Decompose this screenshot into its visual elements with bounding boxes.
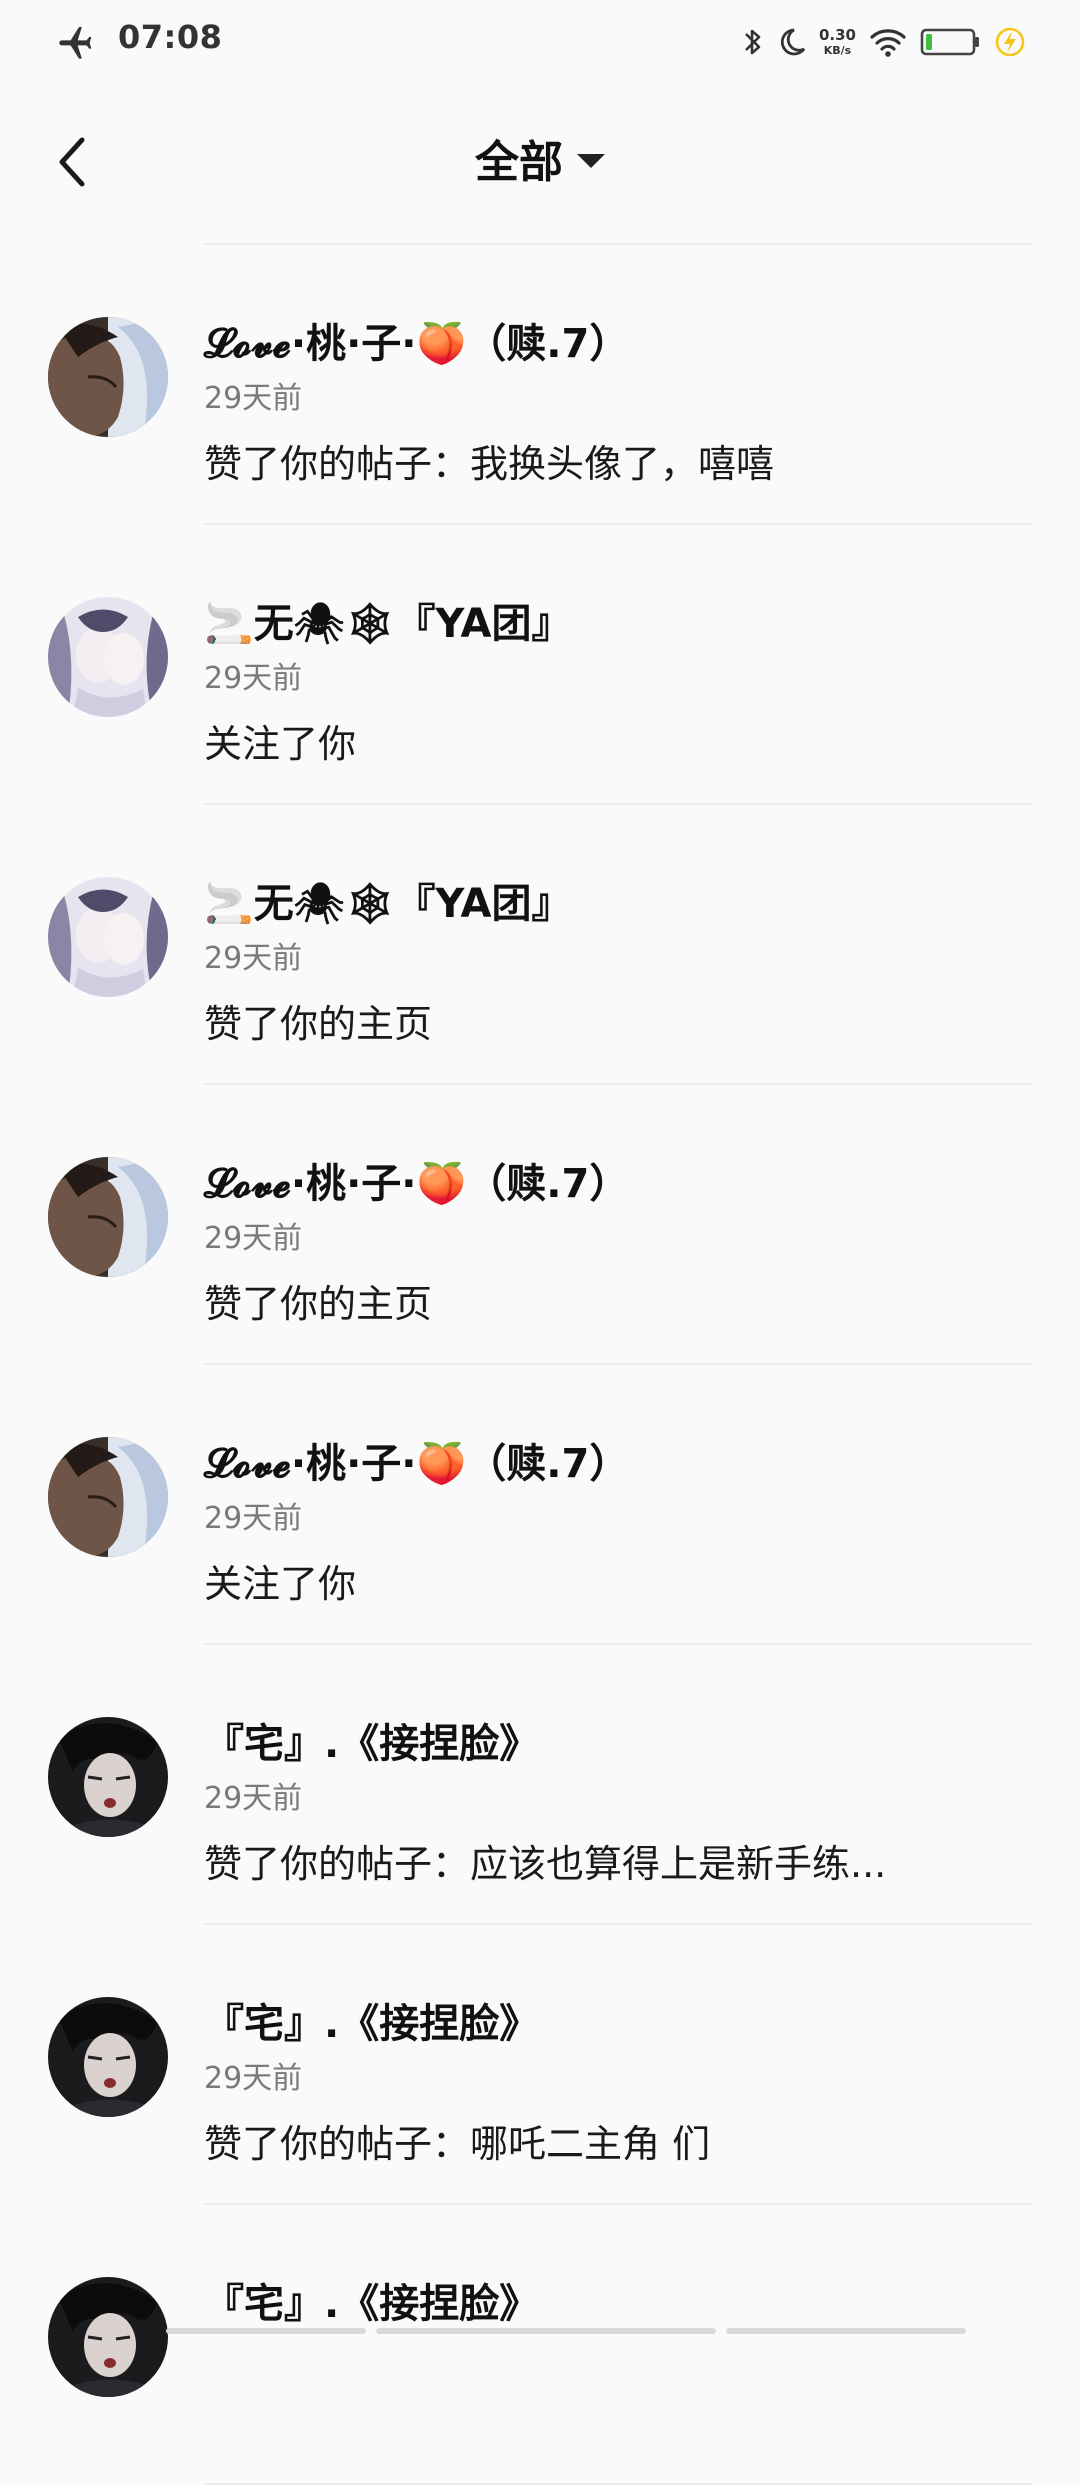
bluetooth-icon	[745, 29, 761, 55]
net-speed-value: 0.30	[818, 26, 856, 44]
notification-time: 29天前	[204, 2061, 303, 2096]
user-name[interactable]: 『宅』.《接捏脸》	[204, 1711, 539, 1769]
notification-time: 29天前	[204, 1501, 303, 1536]
notification-action-text: 关注了你	[204, 1562, 357, 1606]
user-name[interactable]: 𝓛𝓸𝓿𝓮·桃·子·🍑（赎.7）	[204, 311, 629, 369]
notification-time: 29天前	[204, 1221, 303, 1256]
net-speed-unit: KB/s	[823, 44, 852, 57]
battery-icon	[920, 28, 979, 56]
filter-dropdown[interactable]: 全部	[0, 126, 1080, 190]
notification-action-text: 关注了你	[204, 722, 357, 766]
notification-action-text: 赞了你的帖子：我换头像了，嘻嘻	[204, 442, 775, 486]
notification-item[interactable]: 𝓛𝓸𝓿𝓮·桃·子·🍑（赎.7） 29天前赞了你的帖子：我换头像了，嘻嘻	[0, 245, 1080, 525]
bottom-nav-hint	[166, 2328, 966, 2334]
notification-action-text: 赞了你的帖子：哪吒二主角 们	[204, 2122, 711, 2166]
user-name[interactable]: 🚬无🕷🕸『YA团』	[204, 871, 571, 929]
user-name[interactable]: 𝓛𝓸𝓿𝓮·桃·子·🍑（赎.7）	[204, 1151, 629, 1209]
user-name[interactable]: 🚬无🕷🕸『YA团』	[204, 591, 571, 649]
net-speed: 0.30 KB/s	[818, 26, 856, 57]
status-time: 07:08	[118, 18, 223, 56]
notification-list: 𝓛𝓸𝓿𝓮·桃·子·🍑（赎.7） 29天前 赞了你的帖子：我换头像了，嘻嘻 🚬无🕷🕸『Y…	[0, 245, 1080, 2485]
avatar[interactable]	[48, 1997, 168, 2117]
notification-action-text: 赞了你的帖子：应该也算得上是新手练...	[204, 1842, 887, 1886]
charging-icon	[995, 27, 1025, 57]
notification-time: 29天前	[204, 1781, 303, 1816]
notification-item[interactable]: 𝓛𝓸𝓿𝓮·桃·子·🍑（赎.7） 29天前赞了你的主页	[0, 1085, 1080, 1365]
notification-item[interactable]: 『宅』.《接捏脸》	[0, 2205, 1080, 2485]
avatar[interactable]	[48, 2277, 168, 2397]
user-name[interactable]: 𝓛𝓸𝓿𝓮·桃·子·🍑（赎.7）	[204, 1431, 629, 1489]
notification-item[interactable]: 🚬无🕷🕸『YA团』 29天前赞了你的主页	[0, 805, 1080, 1085]
notification-action-text: 赞了你的主页	[204, 1002, 433, 1046]
notification-item[interactable]: 『宅』.《接捏脸》 29天前赞了你的帖子：应该也算得上是新手练...	[0, 1645, 1080, 1925]
avatar[interactable]	[48, 1717, 168, 1837]
page-title: 全部	[475, 137, 563, 188]
notification-time: 29天前	[204, 661, 303, 696]
notification-item[interactable]: 『宅』.《接捏脸》 29天前赞了你的帖子：哪吒二主角 们	[0, 1925, 1080, 2205]
avatar[interactable]	[48, 1437, 168, 1557]
avatar[interactable]	[48, 317, 168, 437]
notification-item[interactable]: 𝓛𝓸𝓿𝓮·桃·子·🍑（赎.7） 29天前关注了你	[0, 1365, 1080, 1645]
notification-time: 29天前	[204, 941, 303, 976]
notification-action-text: 赞了你的主页	[204, 1282, 433, 1326]
user-name[interactable]: 『宅』.《接捏脸》	[204, 1991, 539, 2049]
avatar[interactable]	[48, 1157, 168, 1277]
notification-item[interactable]: 🚬无🕷🕸『YA团』 29天前关注了你	[0, 525, 1080, 805]
notification-time: 29天前	[204, 381, 303, 416]
status-bar: 07:08 0.30 KB/s	[0, 0, 1080, 84]
status-icons: 0.30 KB/s	[741, 20, 1026, 64]
avatar[interactable]	[48, 597, 168, 717]
airplane-icon	[59, 27, 92, 59]
caret-down-icon	[577, 154, 605, 168]
user-name[interactable]: 『宅』.《接捏脸》	[204, 2271, 539, 2329]
avatar[interactable]	[48, 877, 168, 997]
moon-icon	[780, 28, 806, 56]
wifi-icon	[870, 29, 906, 57]
header: 全部	[0, 84, 1080, 244]
